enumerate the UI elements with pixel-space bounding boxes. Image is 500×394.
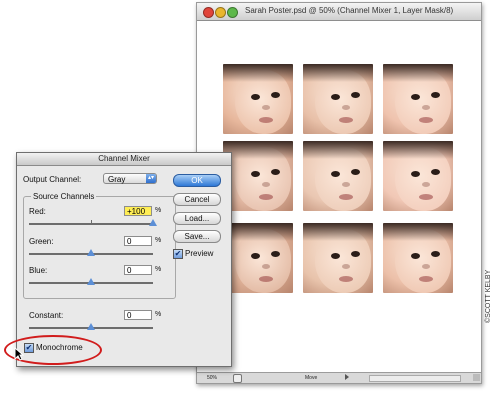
baby-mouth [419,117,433,123]
baby-eye [351,251,360,257]
blue-label: Blue: [29,266,48,275]
green-slider-thumb[interactable] [87,249,95,256]
mouse-pointer-icon [14,347,24,361]
load-button[interactable]: Load... [173,212,221,225]
status-label: Move [305,375,318,381]
output-channel-label: Output Channel: [23,175,82,184]
baby-hair [303,141,373,159]
minimize-window-button[interactable] [215,7,226,18]
source-channels-label: Source Channels [31,192,97,201]
constant-label: Constant: [29,311,64,320]
green-percent: % [155,237,162,244]
document-title: Sarah Poster.psd @ 50% (Channel Mixer 1,… [245,6,454,15]
output-channel-value: Gray [108,175,126,184]
baby-photo [223,223,293,293]
baby-mouth [259,194,273,200]
document-window: Sarah Poster.psd @ 50% (Channel Mixer 1,… [196,2,482,384]
document-status-bar: 50% Move [197,372,481,383]
baby-mouth [259,117,273,123]
baby-eye [351,169,360,175]
baby-nose [342,182,350,187]
baby-hair [303,223,373,241]
blue-slider-thumb[interactable] [87,278,95,285]
baby-photo [303,223,373,293]
baby-photo [383,64,453,134]
baby-nose [342,264,350,269]
baby-eye [271,251,280,257]
constant-value-field[interactable]: 0 [124,310,152,320]
status-menu-arrow-icon[interactable] [345,374,349,380]
baby-hair [223,64,293,82]
baby-eye [271,169,280,175]
red-slider-center-tick [91,220,92,224]
baby-eye [431,92,440,98]
baby-photo [383,223,453,293]
baby-hair [303,64,373,82]
red-label: Red: [29,207,46,216]
baby-eye [331,253,340,259]
baby-mouth [339,276,353,282]
baby-nose [262,105,270,110]
baby-eye [411,94,420,100]
zoom-level[interactable]: 50% [207,375,217,381]
baby-eye [251,253,260,259]
green-value-field[interactable]: 0 [124,236,152,246]
baby-mouth [419,194,433,200]
baby-nose [342,105,350,110]
baby-eye [331,171,340,177]
red-value-field[interactable]: +100 [124,206,152,216]
save-button[interactable]: Save... [173,230,221,243]
resize-handle[interactable] [473,374,480,381]
status-info-icon[interactable] [233,374,242,383]
baby-nose [422,264,430,269]
baby-eye [271,92,280,98]
baby-mouth [339,194,353,200]
constant-percent: % [155,311,162,318]
baby-mouth [339,117,353,123]
baby-eye [431,251,440,257]
baby-mouth [259,276,273,282]
baby-nose [262,264,270,269]
baby-nose [422,105,430,110]
baby-eye [251,171,260,177]
baby-eye [331,94,340,100]
cancel-button[interactable]: Cancel [173,193,221,206]
dialog-title: Channel Mixer [17,153,231,166]
document-canvas[interactable] [197,21,481,372]
baby-eye [251,94,260,100]
red-percent: % [155,207,162,214]
baby-nose [422,182,430,187]
baby-photo [303,141,373,211]
output-channel-select[interactable]: Gray ▴▾ [103,173,157,184]
red-slider-thumb[interactable] [149,219,157,226]
baby-hair [223,141,293,159]
photo-credit: ©SCOTT KELBY [485,269,492,323]
baby-mouth [419,276,433,282]
blue-value-field[interactable]: 0 [124,265,152,275]
preview-label[interactable]: Preview [185,249,213,258]
horizontal-scrollbar[interactable] [369,375,461,382]
baby-eye [351,92,360,98]
blue-percent: % [155,266,162,273]
dropdown-arrow-icon: ▴▾ [146,174,156,183]
baby-photo [303,64,373,134]
baby-photo [383,141,453,211]
zoom-window-button[interactable] [227,7,238,18]
baby-eye [411,253,420,259]
green-label: Green: [29,237,54,246]
baby-eye [431,169,440,175]
baby-hair [223,223,293,241]
baby-photo [223,64,293,134]
baby-hair [383,223,453,241]
baby-hair [383,64,453,82]
baby-eye [411,171,420,177]
baby-hair [383,141,453,159]
preview-checkbox[interactable]: ✔ [173,249,183,259]
document-titlebar: Sarah Poster.psd @ 50% (Channel Mixer 1,… [197,3,481,21]
constant-slider-thumb[interactable] [87,323,95,330]
close-window-button[interactable] [203,7,214,18]
baby-photo [223,141,293,211]
baby-nose [262,182,270,187]
ok-button[interactable]: OK [173,174,221,187]
